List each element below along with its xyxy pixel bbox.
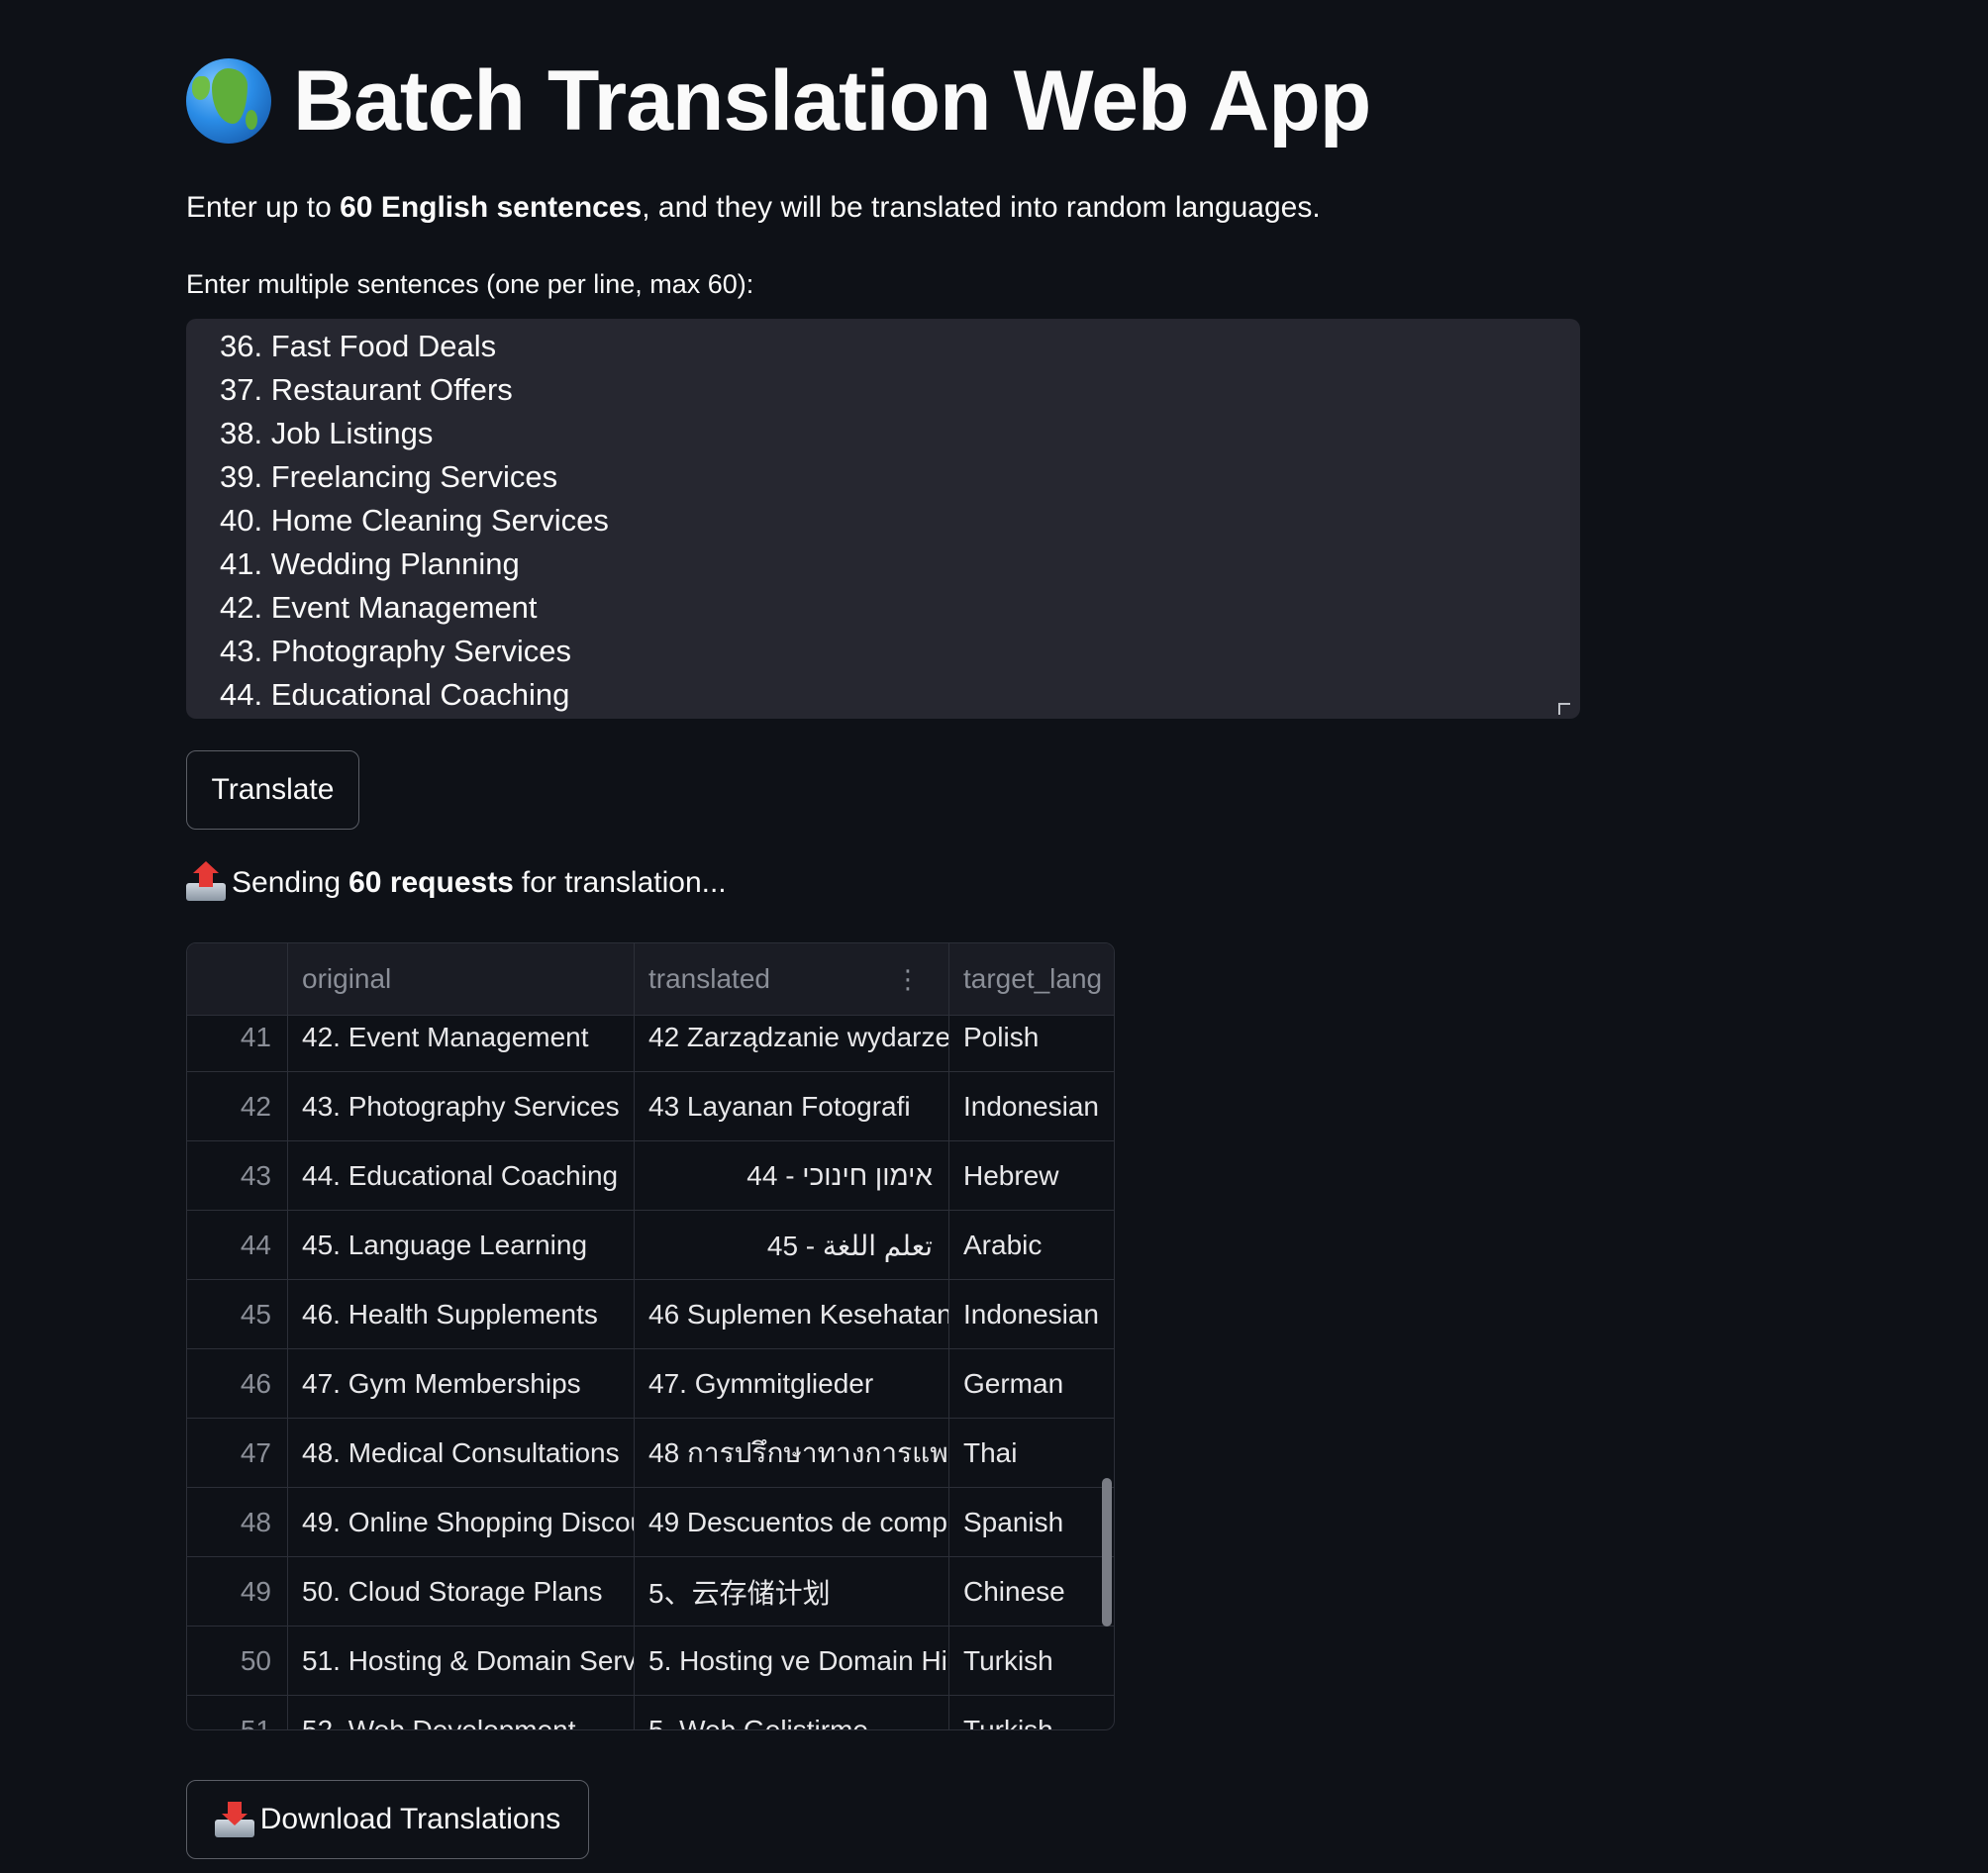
status-suffix: for translation... <box>521 866 727 899</box>
textarea-line: 42. Event Management <box>220 590 538 625</box>
row-index: 49 <box>187 1557 288 1627</box>
column-header-index <box>187 943 288 1015</box>
cell-translated[interactable]: 5. Hosting ve Domain Hizn <box>635 1627 949 1696</box>
row-index: 50 <box>187 1627 288 1696</box>
cell-original[interactable]: 44. Educational Coaching <box>288 1141 635 1211</box>
table-row[interactable]: 46 47. Gym Memberships 47. Gymmitglieder Ge… <box>187 1349 1114 1419</box>
row-index: 47 <box>187 1419 288 1488</box>
cell-translated[interactable]: 5、云存储计划 <box>635 1557 949 1627</box>
cell-target-lang[interactable]: Turkish <box>949 1696 1114 1729</box>
table-row[interactable]: 42 43. Photography Services 43 Layanan Fot… <box>187 1072 1114 1141</box>
table-row[interactable]: 43 44. Educational Coaching 44 - אימון חינ… <box>187 1141 1114 1211</box>
status-message: Sending 60 requests for translation... <box>186 861 727 901</box>
cell-translated[interactable]: 46 Suplemen Kesehatan <box>635 1280 949 1349</box>
intro-bold: 60 English sentences <box>340 191 643 224</box>
cell-original[interactable]: 48. Medical Consultations <box>288 1419 635 1488</box>
cell-original[interactable]: 46. Health Supplements <box>288 1280 635 1349</box>
download-button-label: Download Translations <box>259 1803 561 1835</box>
status-bold: 60 requests <box>348 866 514 899</box>
table-row[interactable]: 47 48. Medical Consultations 48 การปรึกษาท… <box>187 1419 1114 1488</box>
intro-prefix: Enter up to <box>186 191 341 224</box>
table-header: original translated ⋮ target_lang <box>187 943 1114 1016</box>
cell-translated[interactable]: 49 Descuentos de compra: <box>635 1488 949 1557</box>
resize-handle-icon[interactable] <box>1558 703 1570 715</box>
table-row[interactable]: 50 51. Hosting & Domain Servic 5. Hosting … <box>187 1627 1114 1696</box>
textarea-line: 38. Job Listings <box>220 416 434 450</box>
sentences-label: Enter multiple sentences (one per line, … <box>186 269 754 299</box>
textarea-line: 39. Freelancing Services <box>220 459 558 494</box>
cell-translated[interactable]: 44 - אימון חינוכי <box>635 1141 949 1211</box>
cell-target-lang[interactable]: Spanish <box>949 1488 1114 1557</box>
cell-original[interactable]: 49. Online Shopping Discoun <box>288 1488 635 1557</box>
column-header-target-lang[interactable]: target_lang <box>949 943 1114 1015</box>
inbox-tray-icon <box>214 1802 254 1837</box>
row-index: 51 <box>187 1696 288 1729</box>
cell-translated[interactable]: 45 - تعلم اللغة <box>635 1211 949 1280</box>
table-row[interactable]: 44 45. Language Learning 45 - تعلم اللغة Ar… <box>187 1211 1114 1280</box>
translate-button[interactable]: Translate <box>186 750 359 830</box>
textarea-line: 43. Photography Services <box>220 634 571 668</box>
column-menu-icon[interactable]: ⋮ <box>895 966 921 992</box>
table-row[interactable]: 45 46. Health Supplements 46 Suplemen Kese… <box>187 1280 1114 1349</box>
translations-table[interactable]: original translated ⋮ target_lang 41 42. … <box>186 942 1115 1730</box>
table-body: 41 42. Event Management 42 Zarządzanie wyd… <box>187 1003 1114 1729</box>
outbox-tray-icon <box>186 861 226 901</box>
page-title-text: Batch Translation Web App <box>293 53 1371 148</box>
table-scrollbar[interactable] <box>1102 1478 1112 1627</box>
row-index: 46 <box>187 1349 288 1419</box>
sentences-text: 36. Fast Food Deals 37. Restaurant Offers… <box>220 325 609 717</box>
textarea-line: 40. Home Cleaning Services <box>220 503 609 538</box>
cell-target-lang[interactable]: Hebrew <box>949 1141 1114 1211</box>
sentences-textarea[interactable]: 36. Fast Food Deals 37. Restaurant Offers… <box>186 319 1580 719</box>
row-index: 44 <box>187 1211 288 1280</box>
cell-target-lang[interactable]: German <box>949 1349 1114 1419</box>
cell-target-lang[interactable]: Indonesian <box>949 1280 1114 1349</box>
textarea-line: 44. Educational Coaching <box>220 677 570 712</box>
textarea-line: 37. Restaurant Offers <box>220 372 513 407</box>
cell-target-lang[interactable]: Chinese <box>949 1557 1114 1627</box>
table-row[interactable]: 49 50. Cloud Storage Plans 5、云存储计划 Chinese <box>187 1557 1114 1627</box>
cell-original[interactable]: 50. Cloud Storage Plans <box>288 1557 635 1627</box>
cell-target-lang[interactable]: Indonesian <box>949 1072 1114 1141</box>
row-index: 43 <box>187 1141 288 1211</box>
table-row[interactable]: 48 49. Online Shopping Discoun 49 Descuent… <box>187 1488 1114 1557</box>
textarea-line: 41. Wedding Planning <box>220 546 520 581</box>
cell-translated[interactable]: 43 Layanan Fotografi <box>635 1072 949 1141</box>
cell-target-lang[interactable]: Turkish <box>949 1627 1114 1696</box>
intro-text: Enter up to 60 English sentences, and th… <box>186 186 1321 230</box>
row-index: 42 <box>187 1072 288 1141</box>
cell-translated[interactable]: 47. Gymmitglieder <box>635 1349 949 1419</box>
cell-target-lang[interactable]: Thai <box>949 1419 1114 1488</box>
cell-original[interactable]: 45. Language Learning <box>288 1211 635 1280</box>
cell-original[interactable]: 52. Web Development <box>288 1696 635 1729</box>
textarea-line: 36. Fast Food Deals <box>220 329 497 363</box>
cell-original[interactable]: 51. Hosting & Domain Servic <box>288 1627 635 1696</box>
column-header-original[interactable]: original <box>288 943 635 1015</box>
column-header-translated-label: translated <box>648 963 770 994</box>
download-translations-button[interactable]: Download Translations <box>186 1780 589 1859</box>
row-index: 45 <box>187 1280 288 1349</box>
column-header-translated[interactable]: translated ⋮ <box>635 943 949 1015</box>
cell-original[interactable]: 47. Gym Memberships <box>288 1349 635 1419</box>
cell-original[interactable]: 43. Photography Services <box>288 1072 635 1141</box>
cell-translated[interactable]: 48 การปรึกษาทางการแพท <box>635 1419 949 1488</box>
page-title: Batch Translation Web App <box>186 51 1371 150</box>
row-index: 48 <box>187 1488 288 1557</box>
status-prefix: Sending <box>232 866 342 899</box>
intro-suffix: , and they will be translated into rando… <box>642 191 1321 224</box>
globe-icon <box>186 58 271 144</box>
cell-target-lang[interactable]: Arabic <box>949 1211 1114 1280</box>
cell-translated[interactable]: 5. Web Geliştirme <box>635 1696 949 1729</box>
table-row[interactable]: 51 52. Web Development 5. Web Geliştirme Tu… <box>187 1696 1114 1729</box>
